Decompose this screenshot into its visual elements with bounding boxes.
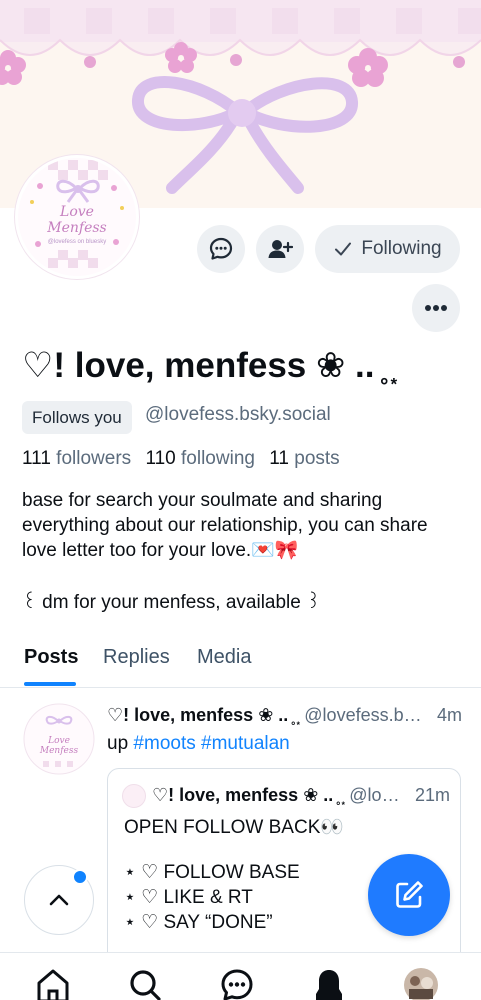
message-icon [209, 237, 233, 260]
following-label: Following [361, 238, 442, 259]
post-author-avatar[interactable]: Love Menfess [23, 703, 95, 775]
follows-you-badge: Follows you [22, 401, 132, 434]
following-link[interactable]: 110 following [145, 448, 255, 469]
followers-count: 111 [22, 448, 51, 469]
quoted-post-timestamp: 21m [414, 785, 450, 805]
post-text: up #moots #mutualan [107, 733, 290, 755]
quoted-post-line: ⋆ ♡ LIKE & RT [124, 887, 253, 908]
hashtag-link[interactable]: #mutualan [201, 733, 290, 754]
add-user-button[interactable] [256, 225, 304, 273]
profile-avatar-icon [404, 968, 438, 1000]
quoted-post-header: ♡! love, menfess ❀ .. ̥ ͙ @lovefess.bsky… [152, 785, 450, 806]
profile-bio-dm-line: ꒰ dm for your menfess, available ꒱ [22, 592, 321, 613]
tab-replies[interactable]: Replies [103, 646, 170, 669]
following-stat-label: following [181, 448, 255, 469]
posts-stat: 11 posts [269, 448, 339, 469]
followers-label: followers [56, 448, 132, 469]
following-count: 110 [145, 448, 176, 469]
quoted-post-line: OPEN FOLLOW BACK👀 [124, 817, 345, 838]
add-user-icon [268, 240, 293, 258]
nav-chat[interactable] [217, 967, 257, 1000]
post-author-name[interactable]: ♡! love, menfess ❀ .. ̥ ͙ [107, 705, 298, 726]
new-posts-indicator [72, 869, 88, 885]
profile-handle: @lovefess.bsky.social [145, 404, 331, 425]
hashtag-link[interactable]: #moots [133, 733, 195, 754]
post-timestamp: 4m [436, 705, 462, 725]
more-icon [425, 305, 447, 311]
tab-media[interactable]: Media [197, 646, 251, 669]
quoted-post-avatar [122, 784, 146, 808]
quoted-post-line: ⋆ ♡ SAY “DONE” [124, 912, 273, 933]
post-header: ♡! love, menfess ❀ .. ̥ ͙ @lovefess.bsky… [107, 705, 462, 726]
nav-home[interactable] [33, 967, 73, 1000]
svg-text:Menfess: Menfess [39, 746, 79, 756]
quoted-post-line: ⋆ ♡ FOLLOW BASE [124, 862, 300, 883]
svg-text:Love: Love [47, 736, 70, 746]
profile-stats: 111 followers 110 following 11 posts [22, 448, 340, 470]
home-icon [37, 969, 69, 1000]
avatar-subtitle: @lovefess on bluesky [47, 239, 107, 245]
compose-button[interactable] [368, 854, 450, 936]
message-button[interactable] [197, 225, 245, 273]
posts-count: 11 [269, 448, 289, 469]
posts-label: posts [294, 448, 340, 469]
profile-bio: base for search your soulmate and sharin… [22, 490, 428, 561]
compose-icon [396, 881, 423, 908]
post-author-handle[interactable]: @lovefess.bsky.social [304, 705, 429, 726]
check-icon [335, 242, 352, 256]
quoted-post-handle: @lovefess.bsky.social [349, 785, 407, 805]
quoted-post-author: ♡! love, menfess ❀ .. ̥ ͙ [152, 785, 344, 805]
chat-icon [221, 969, 253, 1000]
nav-profile[interactable] [401, 967, 441, 1000]
nav-search[interactable] [125, 967, 165, 1000]
profile-avatar[interactable]: Love Menfess @lovefess on bluesky [15, 155, 139, 279]
post-avatar-artwork: Love Menfess [23, 703, 95, 775]
followers-link[interactable]: 111 followers [22, 448, 131, 469]
post-text-prefix: up [107, 733, 134, 754]
search-icon [130, 970, 161, 1000]
bell-icon [316, 970, 342, 1000]
following-button[interactable]: Following [315, 225, 460, 273]
nav-notifications[interactable] [309, 967, 349, 1000]
bottom-navigation [0, 952, 481, 1000]
chevron-up-icon [49, 894, 69, 906]
tab-posts[interactable]: Posts [24, 646, 78, 669]
active-tab-indicator [24, 682, 76, 686]
avatar-title: Love Menfess [47, 204, 107, 236]
more-options-button[interactable] [412, 284, 460, 332]
profile-tabs: Posts Replies Media [0, 640, 481, 688]
display-name: ♡! love, menfess ❀ .. ̥ ͙ [22, 346, 394, 385]
